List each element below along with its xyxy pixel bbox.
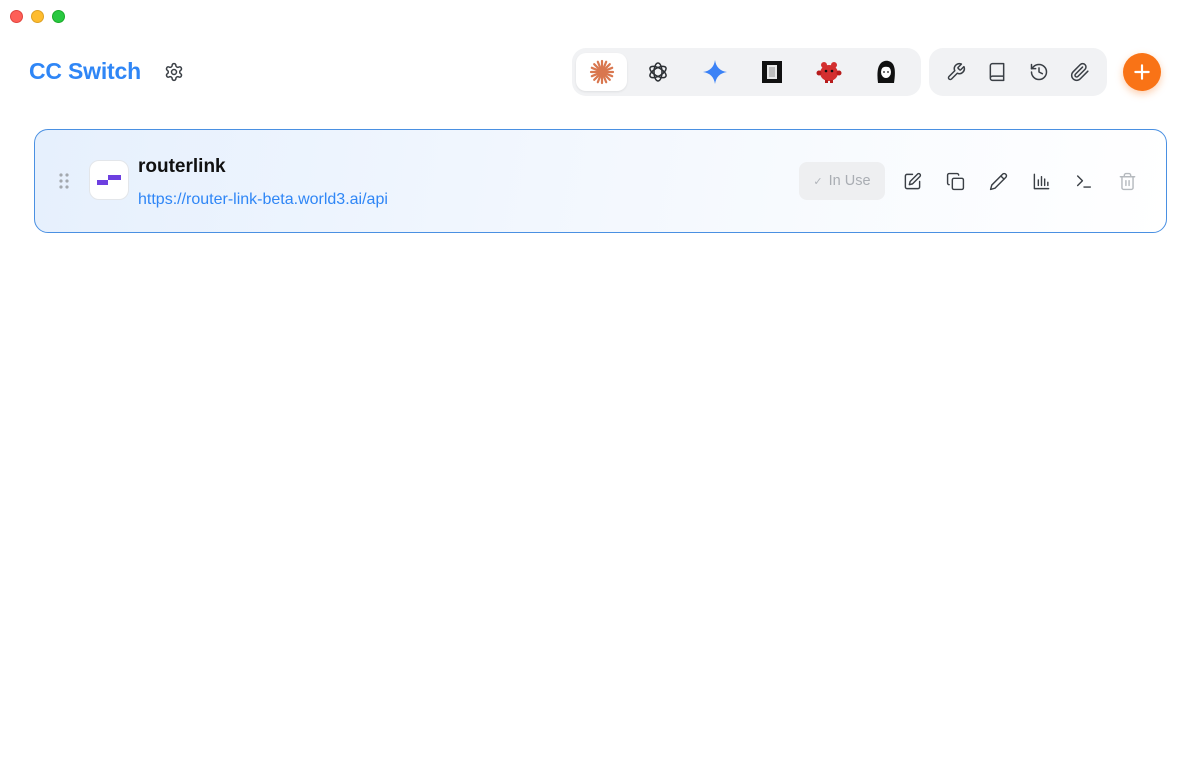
provider-url-link[interactable]: https://router-link-beta.world3.ai/api (138, 191, 388, 209)
history-icon (1030, 63, 1047, 81)
minimize-window-button[interactable] (31, 10, 44, 23)
tab-openai[interactable] (633, 53, 684, 91)
delete-provider-button[interactable] (1114, 168, 1140, 194)
gear-icon (165, 62, 183, 82)
app-switcher (572, 48, 921, 96)
bar-chart-icon (1033, 173, 1049, 189)
window-controls (10, 10, 65, 23)
app-window: CC Switch routerlink https://router-link… (0, 0, 1200, 780)
tab-claude[interactable] (576, 53, 628, 91)
app-title: CC Switch (29, 58, 141, 84)
attachments-button[interactable] (1063, 55, 1097, 89)
edit-provider-button[interactable] (899, 168, 925, 194)
terminal-button[interactable] (1071, 168, 1097, 194)
provider-card[interactable]: routerlink https://router-link-beta.worl… (34, 129, 1167, 233)
docs-button[interactable] (980, 55, 1014, 89)
configure-provider-button[interactable] (985, 168, 1011, 194)
terminal-icon (1076, 174, 1092, 188)
pencil-icon (989, 172, 1007, 190)
avatar-app-icon (877, 60, 895, 83)
gemini-icon (703, 60, 728, 84)
tools-button[interactable] (939, 55, 973, 89)
provider-name: routerlink (138, 156, 226, 177)
openai-icon (649, 62, 668, 82)
drag-handle[interactable] (57, 172, 71, 190)
grip-icon (59, 173, 69, 189)
provider-logo (89, 160, 129, 200)
wrench-icon (947, 62, 965, 81)
red-mascot-icon (816, 62, 842, 83)
settings-button[interactable] (162, 60, 186, 84)
tab-avatar-app[interactable] (860, 53, 911, 91)
copy-icon (946, 172, 964, 190)
in-use-button[interactable]: ✓ In Use (799, 162, 885, 200)
trash-icon (1119, 172, 1135, 190)
close-window-button[interactable] (10, 10, 23, 23)
book-icon (989, 62, 1005, 82)
usage-stats-button[interactable] (1028, 168, 1054, 194)
duplicate-provider-button[interactable] (942, 168, 968, 194)
routerlink-logo-icon (97, 175, 121, 185)
add-provider-button[interactable] (1123, 53, 1161, 91)
plus-icon (1134, 64, 1150, 80)
tools-toolbar (929, 48, 1107, 96)
check-icon: ✓ (813, 175, 823, 188)
tab-terminal-app[interactable] (746, 53, 797, 91)
tab-gemini[interactable] (690, 53, 741, 91)
edit-icon (904, 172, 921, 189)
paperclip-icon (1071, 62, 1089, 82)
in-use-label: In Use (828, 173, 871, 189)
claude-icon (589, 59, 614, 85)
tab-red-mascot[interactable] (803, 53, 854, 91)
maximize-window-button[interactable] (52, 10, 65, 23)
terminal-app-icon (762, 61, 783, 83)
history-button[interactable] (1022, 55, 1056, 89)
